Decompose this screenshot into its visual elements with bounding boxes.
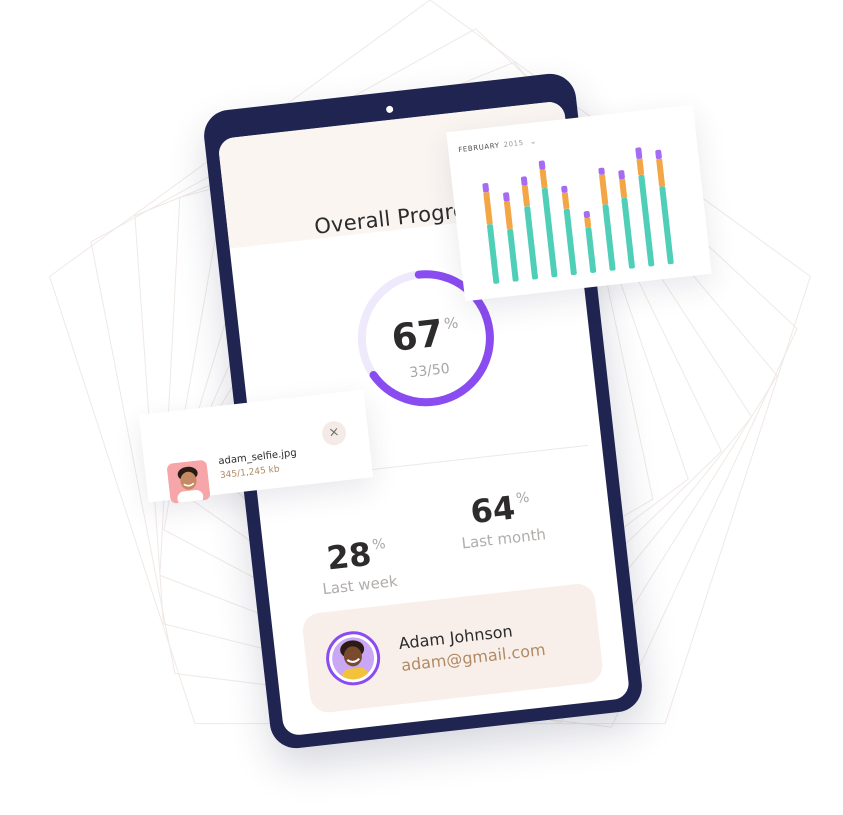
chart-bar-segment bbox=[602, 204, 616, 271]
chart-bar-segment bbox=[598, 167, 605, 175]
chart-card: FEBRUARY 2015 ⌄ bbox=[446, 104, 712, 302]
chart-bar-segment bbox=[507, 228, 519, 282]
stat-month-unit: % bbox=[515, 489, 531, 508]
stat-last-week: 28% Last week bbox=[295, 530, 421, 601]
avatar bbox=[323, 628, 383, 689]
file-thumbnail bbox=[166, 459, 211, 504]
progress-percent-unit: % bbox=[443, 313, 460, 334]
file-name: adam_selfie.jpg bbox=[217, 447, 298, 468]
close-icon[interactable]: × bbox=[320, 419, 348, 447]
chart-bar-segment bbox=[503, 201, 513, 230]
user-card[interactable]: Adam Johnson adam@gmail.com bbox=[300, 582, 605, 715]
chart-bar-segment bbox=[561, 192, 570, 210]
chart-bar-segment bbox=[520, 176, 528, 186]
chart-bar-segment bbox=[483, 191, 493, 225]
chart-bar-segment bbox=[503, 192, 510, 202]
user-face-icon bbox=[340, 640, 368, 682]
chart-bar-segment bbox=[487, 224, 500, 284]
camera-dot bbox=[385, 105, 394, 114]
stat-week-unit: % bbox=[371, 536, 387, 554]
chart-bar-segment bbox=[655, 149, 662, 160]
selfie-face-icon bbox=[177, 466, 204, 504]
chart-bar-segment bbox=[541, 187, 558, 278]
stat-last-month: 64% Last month bbox=[439, 483, 565, 554]
chart-bar-segment bbox=[638, 174, 655, 267]
chart-bar-segment bbox=[599, 174, 609, 205]
chart-bar-segment bbox=[482, 183, 489, 193]
chart-bar-segment bbox=[583, 210, 590, 219]
bar-chart bbox=[482, 147, 674, 284]
stat-month-number: 64 bbox=[468, 488, 518, 532]
chart-bar-segment bbox=[538, 160, 546, 170]
chart-bar-segment bbox=[584, 217, 592, 228]
chart-bar-segment bbox=[619, 179, 628, 198]
chart-bar-segment bbox=[521, 185, 531, 207]
stat-week-number: 28 bbox=[324, 534, 374, 578]
chart-bar-segment bbox=[618, 170, 625, 180]
progress-percent-value: 67 bbox=[389, 311, 446, 360]
file-size: 345/1,245 kb bbox=[219, 464, 281, 482]
chart-bar-segment bbox=[656, 158, 666, 187]
chart-bar-segment bbox=[539, 169, 548, 189]
chart-bar-segment bbox=[561, 185, 568, 193]
chart-bar-segment bbox=[585, 226, 597, 273]
chart-bar-segment bbox=[621, 197, 635, 269]
chart-bar-segment bbox=[659, 186, 674, 265]
hero-illustration: Overall Progress 67% 33/50 28% Last week… bbox=[0, 0, 843, 815]
chart-bar-segment bbox=[563, 208, 577, 276]
chart-bar-segment bbox=[524, 206, 539, 280]
chart-bar-segment bbox=[635, 147, 643, 160]
chart-bar-segment bbox=[636, 158, 645, 176]
